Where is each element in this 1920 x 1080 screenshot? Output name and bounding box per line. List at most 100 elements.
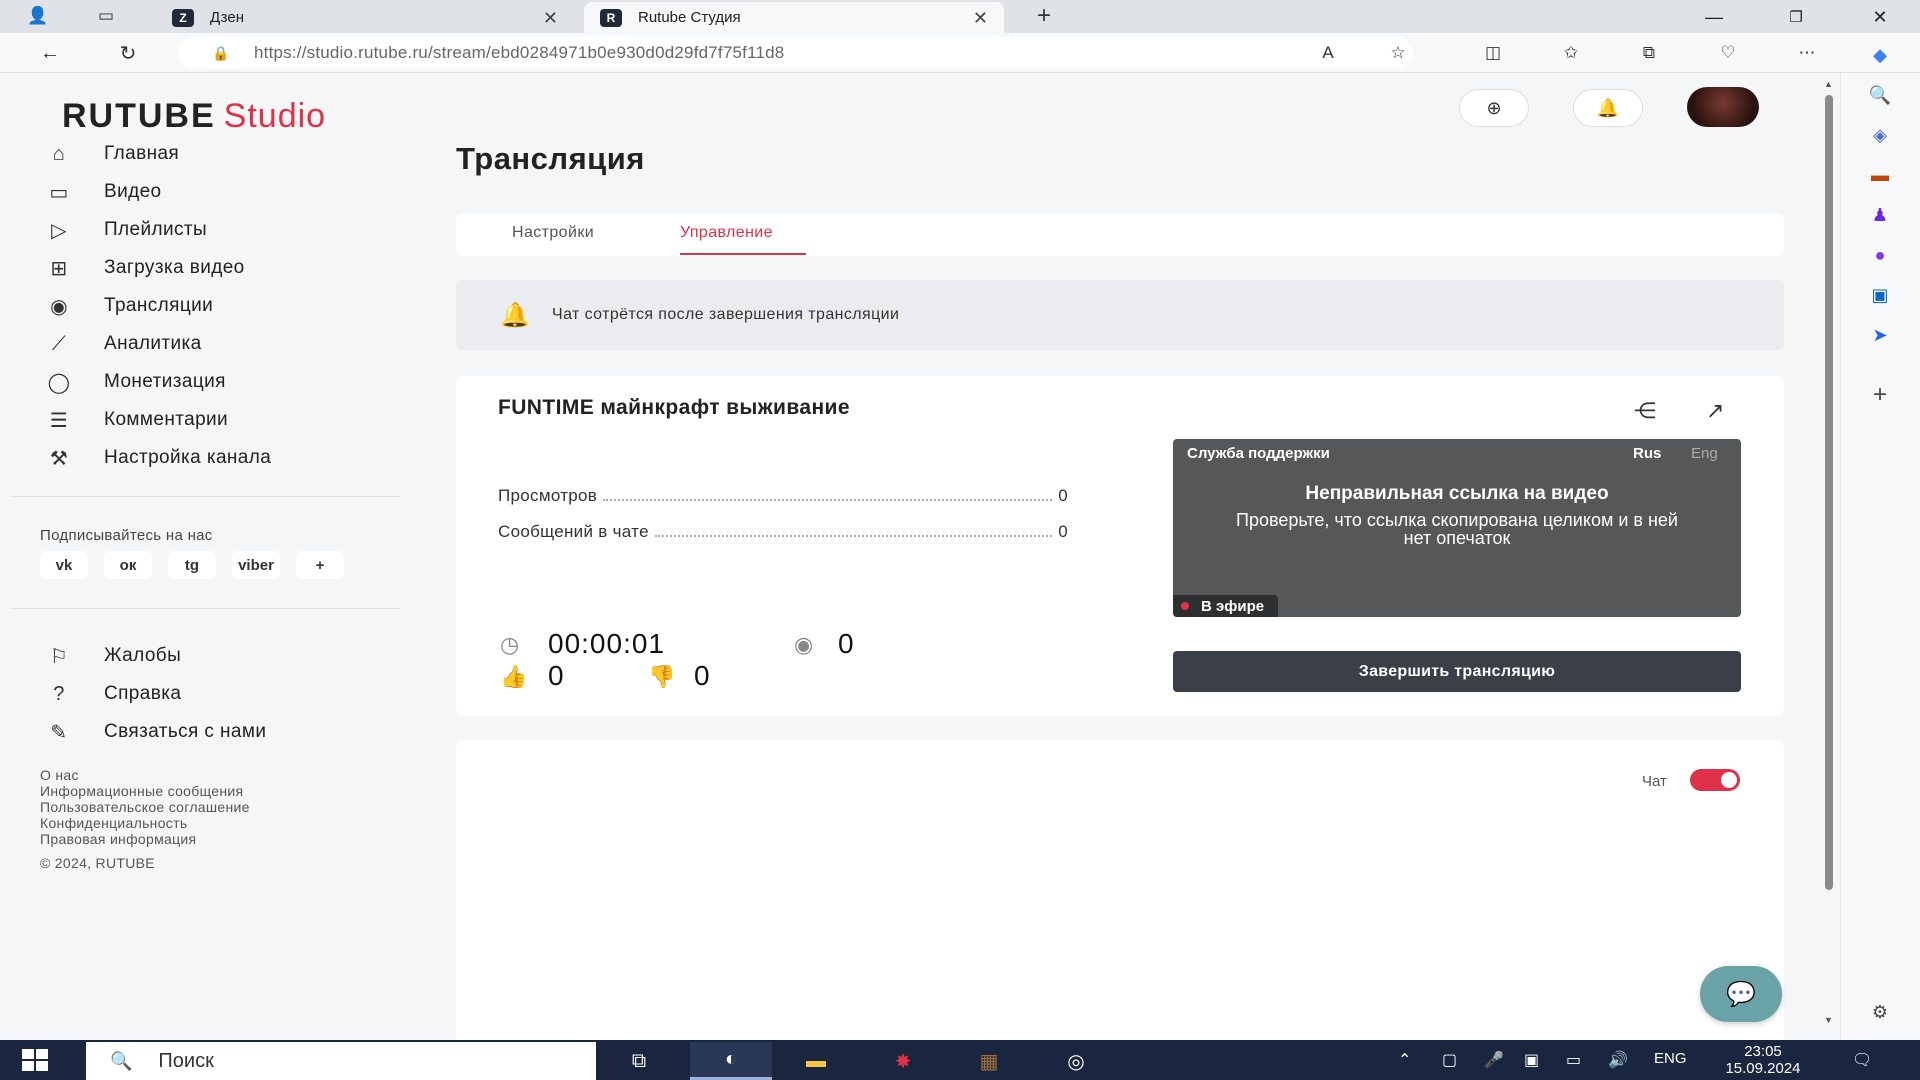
ok-icon[interactable]: ок [104,551,152,579]
taskbar-search[interactable]: 🔍 Поиск [86,1042,596,1080]
share-icon[interactable]: ⋲ [1634,398,1656,424]
help-icon: ? [53,682,65,705]
chat-card: Чат [456,740,1784,1040]
stat-value: 0 [1058,522,1068,541]
end-stream-button[interactable]: Завершить трансляцию [1173,651,1741,692]
obs-icon[interactable]: ◎ [1035,1042,1117,1080]
studio-page: RUTUBE Studio ⌂ Главная ▭ Видео ▷ Плейлисты … [0,73,1818,1040]
lang-rus[interactable]: Rus [1633,445,1661,462]
lock-icon: 🔒 [212,44,230,61]
outlook-icon[interactable]: ▣ [1863,281,1897,309]
sidebar-item-complaints[interactable]: ⚐ Жалобы [40,637,400,675]
microphone-icon[interactable]: 🎤 [1484,1050,1504,1070]
stat-label: Просмотров [498,486,598,505]
more-menu-icon[interactable]: ⋯ [1792,40,1822,66]
footer-link[interactable]: Конфиденциальность [40,815,250,831]
tab-management[interactable]: Управление [680,224,773,242]
scroll-thumb[interactable] [1825,95,1833,890]
clock[interactable]: 23:05 15.09.2024 [1718,1043,1808,1077]
chat-toggle[interactable] [1690,769,1740,791]
sidebar-item-comments[interactable]: ☰ Комментарии [40,401,400,439]
tab-settings[interactable]: Настройки [512,224,594,242]
rutube-studio-logo[interactable]: RUTUBE Studio [62,97,326,136]
add-content-button[interactable]: ⊕ [1459,89,1529,127]
sidebar-item-help[interactable]: ? Справка [40,675,400,713]
tab-rutube-studio[interactable]: R Rutube Студия ✕ [584,2,1004,33]
copilot-icon[interactable]: ◆ [1863,41,1897,69]
open-external-icon[interactable]: ↗ [1706,398,1724,424]
scroll-down-icon[interactable]: ▼ [1824,1015,1833,1025]
scroll-up-icon[interactable]: ▲ [1824,79,1833,89]
sidebar-item-playlists[interactable]: ▷ Плейлисты [40,211,400,249]
read-aloud-icon[interactable]: A [1313,40,1343,66]
telegram-icon[interactable]: tg [168,551,216,579]
sidebar-item-contact[interactable]: ✎ Связаться с нами [40,713,400,751]
close-icon[interactable]: ✕ [973,8,988,29]
microsoft365-icon[interactable]: ● [1863,241,1897,269]
tab-dzen[interactable]: Z Дзен ✕ [156,2,574,33]
stream-card: FUNTIME майнкрафт выживание ⋲ ↗ Просмотр… [456,376,1784,716]
tray-chevron-icon[interactable]: ⌃ [1398,1050,1411,1070]
sidebar-item-broadcasts[interactable]: ◉ Трансляции [40,287,400,325]
tray-device-icon[interactable]: ▢ [1442,1050,1457,1070]
sidebar-item-home[interactable]: ⌂ Главная [40,135,400,173]
restore-icon[interactable]: ❐ [1772,2,1820,32]
split-screen-icon[interactable]: ◫ [1478,40,1508,66]
back-icon[interactable]: ← [34,39,66,67]
favorites-icon[interactable]: ✩ [1556,40,1586,66]
support-label[interactable]: Служба поддержки [1187,445,1330,462]
volume-icon[interactable]: 🔊 [1608,1050,1628,1070]
lang-eng[interactable]: Eng [1691,445,1718,462]
settings-gear-icon[interactable]: ⚙ [1863,998,1897,1026]
task-view-icon[interactable]: ⧉ [598,1042,680,1080]
viber-icon[interactable]: viber [232,551,280,579]
browser-essentials-icon[interactable]: ♡ [1713,40,1743,66]
minimize-icon[interactable]: — [1690,2,1738,32]
sidebar-item-monetization[interactable]: ◯ Монетизация [40,363,400,401]
collections-icon[interactable]: ⧉ [1634,40,1664,66]
page-scrollbar[interactable]: ▲ ▼ [1820,73,1838,1040]
footer-link[interactable]: Информационные сообщения [40,783,250,799]
network-icon[interactable]: ▭ [1566,1050,1581,1070]
sidebar-item-analytics[interactable]: ⟋ Аналитика [40,325,400,363]
support-chat-button[interactable]: 💬 [1700,966,1782,1022]
notifications-button[interactable]: 🔔 [1573,89,1643,127]
shopping-icon[interactable]: ◈ [1863,121,1897,149]
app-red-icon[interactable]: ✸ [862,1042,944,1080]
games-icon[interactable]: ♟ [1863,201,1897,229]
thumbs-up-icon: 👍 [500,664,528,689]
video-player[interactable]: Служба поддержки Rus Eng Неправильная сс… [1173,439,1741,617]
send-icon[interactable]: ➤ [1863,321,1897,349]
footer-link[interactable]: Правовая информация [40,831,250,847]
search-placeholder: Поиск [158,1049,214,1072]
windows-start-icon[interactable] [22,1049,48,1071]
avatar[interactable] [1687,87,1759,127]
new-tab-icon[interactable]: + [1030,2,1058,29]
language-indicator[interactable]: ENG [1654,1050,1687,1067]
date: 15.09.2024 [1725,1060,1801,1077]
tray-app-icon[interactable]: ▣ [1524,1050,1539,1070]
tab-actions-icon[interactable]: ▭ [92,4,120,28]
file-explorer-icon[interactable]: ▬ [775,1042,857,1080]
tools-icon[interactable]: ▬ [1863,161,1897,189]
profile-icon[interactable]: 👤 [24,4,52,28]
add-icon[interactable]: + [1863,381,1897,409]
bell-icon: 🔔 [1596,97,1620,118]
search-icon[interactable]: 🔍 [1863,81,1897,109]
sidebar-item-video[interactable]: ▭ Видео [40,173,400,211]
edge-browser-icon[interactable]: ◐ [690,1042,772,1080]
more-socials-icon[interactable]: + [296,551,344,579]
window-close-icon[interactable]: ✕ [1856,2,1904,32]
close-icon[interactable]: ✕ [543,8,558,29]
vk-icon[interactable]: vk [40,551,88,579]
sidebar-item-upload[interactable]: ⊞ Загрузка видео [40,249,400,287]
favorite-star-icon[interactable]: ☆ [1383,40,1413,66]
sidebar-item-label: Главная [104,143,180,164]
minecraft-icon[interactable]: ▦ [948,1042,1030,1080]
footer-link[interactable]: О нас [40,767,250,783]
sidebar-item-channel-settings[interactable]: ⚒ Настройка канала [40,439,400,477]
refresh-icon[interactable]: ↻ [112,39,144,67]
footer-link[interactable]: Пользовательское соглашение [40,799,250,815]
url-field[interactable]: 🔒 https://studio.rutube.ru/stream/ebd028… [178,37,1413,69]
notifications-icon[interactable]: 🗨 [1852,1050,1872,1070]
